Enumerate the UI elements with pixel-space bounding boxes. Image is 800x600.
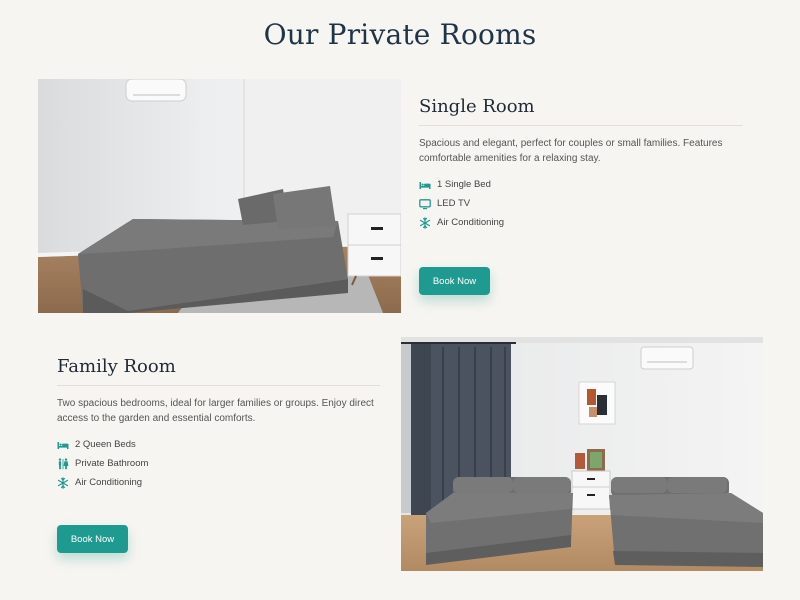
amenity-list: 2 Queen Beds Private Bathroom Air Condit…: [57, 435, 380, 492]
single-room-info: Single Room Spacious and elegant, perfec…: [419, 96, 743, 232]
amenity-item: Air Conditioning: [57, 473, 380, 492]
book-now-button[interactable]: Book Now: [419, 267, 490, 295]
amenity-label: 1 Single Bed: [437, 179, 491, 190]
single-room-photo: [38, 79, 401, 313]
amenity-item: 2 Queen Beds: [57, 435, 380, 454]
restroom-icon: [57, 457, 69, 470]
amenity-item: LED TV: [419, 194, 743, 213]
amenity-label: Air Conditioning: [75, 477, 143, 488]
book-now-button[interactable]: Book Now: [57, 525, 128, 553]
amenity-label: 2 Queen Beds: [75, 439, 136, 450]
room-description: Two spacious bedrooms, ideal for larger …: [57, 398, 374, 424]
room-description: Spacious and elegant, perfect for couple…: [419, 138, 723, 164]
snowflake-icon: [57, 476, 69, 489]
room-title: Family Room: [57, 356, 380, 386]
amenity-label: LED TV: [437, 198, 471, 209]
amenity-item: Private Bathroom: [57, 454, 380, 473]
snowflake-icon: [419, 216, 431, 229]
bed-icon: [419, 179, 431, 191]
room-title: Single Room: [419, 96, 743, 126]
amenity-item: 1 Single Bed: [419, 175, 743, 194]
amenity-item: Air Conditioning: [419, 213, 743, 232]
amenity-label: Private Bathroom: [75, 458, 149, 469]
amenity-list: 1 Single Bed LED TV Air Conditioning: [419, 175, 743, 232]
family-room-info: Family Room Two spacious bedrooms, ideal…: [57, 356, 380, 492]
amenity-label: Air Conditioning: [437, 217, 505, 228]
bed-icon: [57, 439, 69, 451]
family-room-photo: [401, 337, 763, 571]
page-title: Our Private Rooms: [263, 18, 537, 51]
tv-icon: [419, 198, 431, 210]
